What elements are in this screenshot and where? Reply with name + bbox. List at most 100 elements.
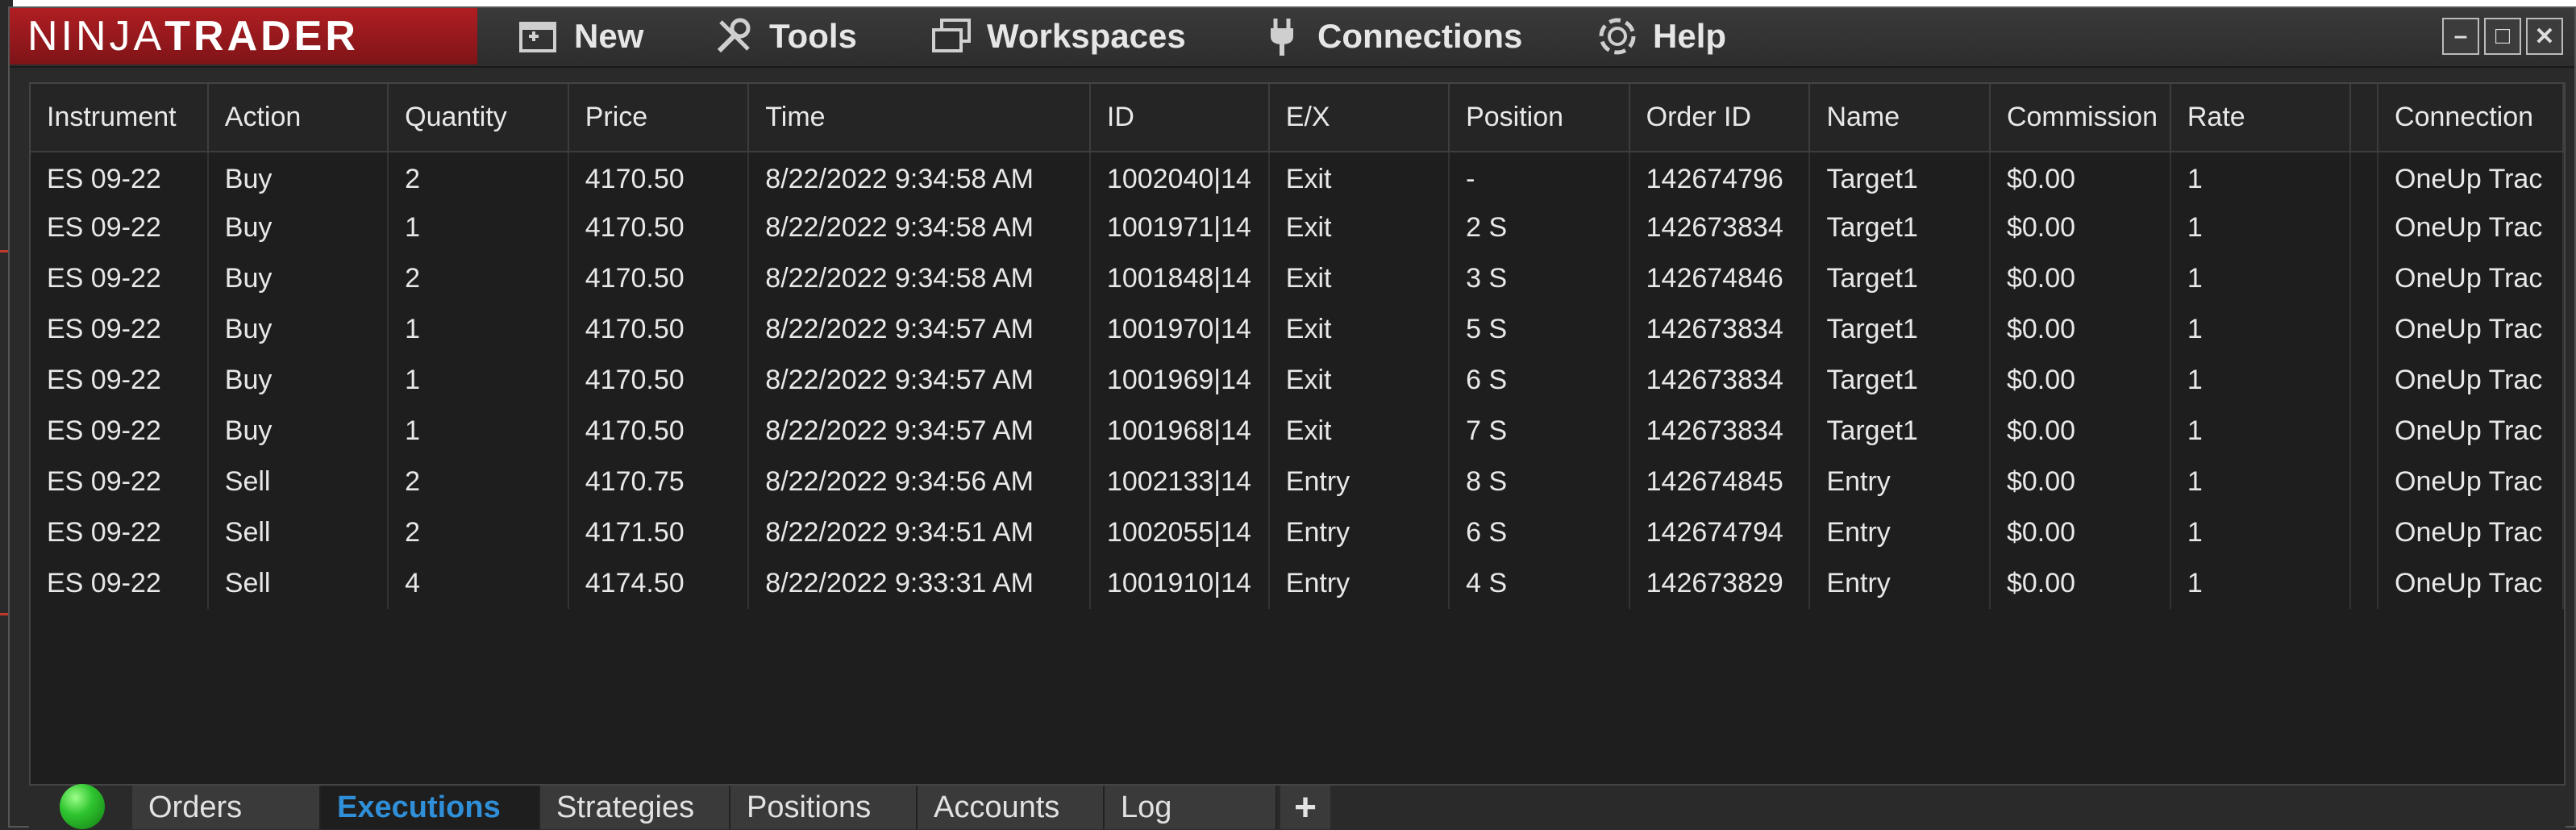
table-cell: 4171.50 <box>568 507 750 558</box>
column-header[interactable]: Commission <box>1989 84 2171 152</box>
table-cell: 2 <box>388 507 569 558</box>
table-cell: 6 S <box>1449 355 1630 406</box>
table-cell: ES 09-22 <box>31 253 209 304</box>
wrench-screwdriver-icon <box>717 18 751 53</box>
table-cell: Target1 <box>1809 304 1991 355</box>
menu-new[interactable]: New <box>518 8 643 65</box>
table-cell: 1001971|14 <box>1089 202 1270 253</box>
menu-workspaces[interactable]: Workspaces <box>930 8 1186 65</box>
table-cell: 4170.50 <box>568 253 750 304</box>
column-header[interactable]: Name <box>1809 84 1991 152</box>
table-cell: 142674846 <box>1629 253 1811 304</box>
control-center-window: NINJA TRADER New Tools Workspaces Connec… <box>8 6 2576 829</box>
table-cell: Entry <box>1268 457 1450 507</box>
table-cell: $0.00 <box>1989 457 2171 507</box>
tab-orders[interactable]: Orders <box>132 786 321 829</box>
table-cell: 1002040|14 <box>1089 152 1270 202</box>
table-cell: 5 S <box>1449 304 1630 355</box>
column-header[interactable]: Order ID <box>1629 84 1811 152</box>
table-row[interactable]: ES 09-22 Sell 4 4174.50 8/22/2022 9:33:31 AM… <box>31 558 2564 609</box>
table-cell: ES 09-22 <box>31 355 209 406</box>
table-cell: Entry <box>1268 558 1450 609</box>
tab-executions[interactable]: Executions <box>321 786 540 829</box>
table-cell: 4 <box>388 558 569 609</box>
table-row[interactable]: ES 09-22 Buy 1 4170.50 8/22/2022 9:34:57 AM 1… <box>31 355 2564 406</box>
table-cell: 8/22/2022 9:34:51 AM <box>748 507 1091 558</box>
table-cell: Target1 <box>1809 406 1991 457</box>
maximize-button[interactable]: □ <box>2484 18 2521 55</box>
table-cell: 142674794 <box>1629 507 1811 558</box>
table-cell: OneUp Trac <box>2378 406 2564 457</box>
table-row[interactable]: ES 09-22 Buy 1 4170.50 8/22/2022 9:34:57 AM 1… <box>31 304 2564 355</box>
table-cell: OneUp Trac <box>2378 558 2564 609</box>
table-cell: ES 09-22 <box>31 152 209 202</box>
tab-accounts[interactable]: Accounts <box>918 786 1105 829</box>
table-cell: 4170.50 <box>568 406 750 457</box>
menu-tools-label: Tools <box>769 17 857 55</box>
table-header-row: Instrument Action Quantity Price Time ID E/X Po… <box>31 84 2564 152</box>
table-cell: ES 09-22 <box>31 202 209 253</box>
table-cell: 8/22/2022 9:34:58 AM <box>748 152 1091 202</box>
column-header[interactable]: Connection <box>2378 84 2564 152</box>
column-header[interactable]: Rate <box>2170 84 2352 152</box>
column-header[interactable]: Instrument <box>31 84 209 152</box>
column-header[interactable]: Position <box>1449 84 1630 152</box>
background-marker <box>0 613 8 615</box>
column-header[interactable] <box>2350 84 2379 152</box>
connection-status-icon[interactable] <box>60 784 105 829</box>
table-cell: 2 <box>388 152 569 202</box>
table-cell: 1 <box>388 406 569 457</box>
column-header[interactable]: Action <box>207 84 389 152</box>
table-cell: 1 <box>388 355 569 406</box>
table-row[interactable]: ES 09-22 Sell 2 4171.50 8/22/2022 9:34:51 AM… <box>31 507 2564 558</box>
table-cell: 1 <box>388 304 569 355</box>
column-header[interactable]: Time <box>748 84 1091 152</box>
tab-positions[interactable]: Positions <box>730 786 918 829</box>
table-row[interactable]: ES 09-22 Buy 1 4170.50 8/22/2022 9:34:58 AM 1… <box>31 202 2564 253</box>
table-cell: 4 S <box>1449 558 1630 609</box>
column-header[interactable]: Quantity <box>388 84 569 152</box>
table-cell: 1001910|14 <box>1089 558 1270 609</box>
column-header[interactable]: ID <box>1089 84 1270 152</box>
table-cell: ES 09-22 <box>31 304 209 355</box>
minimize-button[interactable]: – <box>2442 18 2479 55</box>
table-cell: Target1 <box>1809 202 1991 253</box>
table-row[interactable]: ES 09-22 Buy 2 4170.50 8/22/2022 9:34:58 AM 1… <box>31 152 2564 202</box>
menu-tools[interactable]: Tools <box>713 8 857 65</box>
stacked-windows-icon <box>932 19 971 52</box>
column-header[interactable]: E/X <box>1268 84 1450 152</box>
table-row[interactable]: ES 09-22 Buy 1 4170.50 8/22/2022 9:34:57 AM 1… <box>31 406 2564 457</box>
table-cell: Target1 <box>1809 253 1991 304</box>
executions-table: Instrument Action Quantity Price Time ID E/X Po… <box>31 84 2564 609</box>
table-cell: OneUp Trac <box>2378 304 2564 355</box>
menu-help-label: Help <box>1653 17 1727 55</box>
column-header[interactable]: Price <box>568 84 750 152</box>
table-cell: Buy <box>207 152 389 202</box>
tab-log[interactable]: Log <box>1105 786 1277 829</box>
table-cell: Exit <box>1268 406 1450 457</box>
menu-help[interactable]: Help <box>1596 8 1726 65</box>
menu-new-label: New <box>574 17 644 55</box>
table-cell: $0.00 <box>1989 202 2171 253</box>
add-tab-button[interactable]: + <box>1280 786 1330 829</box>
tab-strategies[interactable]: Strategies <box>540 786 730 829</box>
close-button[interactable]: ✕ <box>2526 18 2563 55</box>
table-cell: 7 S <box>1449 406 1630 457</box>
table-row[interactable]: ES 09-22 Sell 2 4170.75 8/22/2022 9:34:56 AM… <box>31 457 2564 507</box>
table-cell: OneUp Trac <box>2378 355 2564 406</box>
table-row[interactable]: ES 09-22 Buy 2 4170.50 8/22/2022 9:34:58 AM 1… <box>31 253 2564 304</box>
table-cell: 1 <box>2170 507 2352 558</box>
executions-grid[interactable]: Instrument Action Quantity Price Time ID E/X Po… <box>29 82 2566 786</box>
table-cell: Sell <box>207 558 389 609</box>
table-cell: 1 <box>2170 253 2352 304</box>
table-cell: Entry <box>1268 507 1450 558</box>
table-cell <box>2350 507 2379 558</box>
table-cell: Buy <box>207 406 389 457</box>
menu-connections[interactable]: Connections <box>1261 8 1522 65</box>
table-cell <box>2350 304 2379 355</box>
table-cell: Exit <box>1268 152 1450 202</box>
table-cell <box>2350 152 2379 202</box>
table-cell: Exit <box>1268 253 1450 304</box>
table-cell: 1 <box>2170 457 2352 507</box>
table-cell: 4170.50 <box>568 202 750 253</box>
